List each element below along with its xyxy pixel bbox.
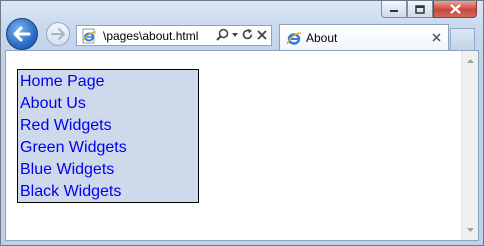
address-text[interactable]: \pages\about.html bbox=[103, 29, 198, 43]
address-bar[interactable]: \pages\about.html bbox=[76, 25, 272, 46]
stop-icon[interactable] bbox=[256, 29, 268, 41]
forward-arrow-icon bbox=[51, 28, 65, 40]
close-button[interactable] bbox=[433, 1, 477, 18]
nav-link-home-page[interactable]: Home Page bbox=[20, 71, 198, 93]
dropdown-arrow-icon[interactable] bbox=[231, 32, 239, 38]
ie-page-icon bbox=[82, 28, 97, 43]
forward-button[interactable] bbox=[46, 22, 70, 46]
refresh-icon[interactable] bbox=[241, 28, 254, 41]
new-tab-button[interactable] bbox=[450, 28, 475, 50]
back-arrow-icon bbox=[13, 26, 31, 42]
address-tools bbox=[216, 28, 268, 41]
tab-title: About bbox=[306, 30, 338, 45]
close-icon bbox=[449, 4, 461, 14]
nav-link-green-widgets[interactable]: Green Widgets bbox=[20, 137, 198, 159]
nav-link-about-us[interactable]: About Us bbox=[20, 93, 198, 115]
minimize-button[interactable] bbox=[381, 1, 407, 18]
nav-link-blue-widgets[interactable]: Blue Widgets bbox=[20, 159, 198, 181]
navigation-menu: Home Page About Us Red Widgets Green Wid… bbox=[17, 69, 199, 203]
page-viewport: Home Page About Us Red Widgets Green Wid… bbox=[5, 50, 479, 241]
minimize-icon bbox=[390, 10, 398, 12]
ie-favicon-icon bbox=[286, 31, 302, 45]
maximize-icon bbox=[415, 4, 425, 14]
scroll-up-icon[interactable] bbox=[462, 53, 478, 69]
nav-link-black-widgets[interactable]: Black Widgets bbox=[20, 181, 198, 203]
maximize-button[interactable] bbox=[407, 1, 433, 18]
search-icon[interactable] bbox=[216, 28, 229, 41]
nav-link-red-widgets[interactable]: Red Widgets bbox=[20, 115, 198, 137]
browser-window: \pages\about.html About Home Page About … bbox=[0, 0, 484, 246]
back-button[interactable] bbox=[6, 18, 38, 50]
scroll-down-icon[interactable] bbox=[462, 222, 478, 238]
vertical-scrollbar[interactable] bbox=[461, 51, 478, 240]
tab-about[interactable]: About bbox=[279, 24, 449, 50]
tab-close-icon[interactable] bbox=[430, 31, 442, 43]
window-controls bbox=[381, 1, 477, 18]
